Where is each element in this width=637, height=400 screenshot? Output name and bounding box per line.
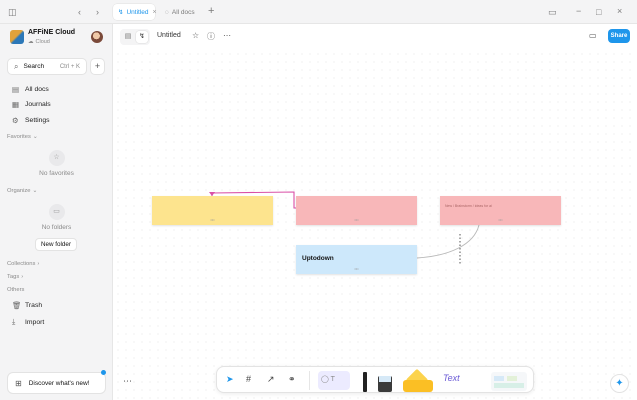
- note-pink-right[interactable]: New / Brainstorm / ideas for ai •••: [440, 196, 561, 225]
- trash-icon: 🗑: [12, 301, 22, 310]
- forward-arrow-icon[interactable]: ›: [96, 7, 99, 17]
- drag-handle-icon[interactable]: •••: [354, 217, 358, 222]
- gift-icon: ⊞: [15, 378, 22, 388]
- edgeless-canvas[interactable]: ••• ••• New / Brainstorm / ideas for ai …: [114, 50, 637, 400]
- note-title: Uptodown: [302, 255, 334, 262]
- top-bar: ◫ ‹ › ↯ Untitled × ◌ All docs + ▭ − □ ×: [0, 0, 637, 24]
- sidebar-toggle-icon[interactable]: ◫: [8, 7, 17, 17]
- connectors: [209, 191, 480, 264]
- more-options-icon[interactable]: ⋯: [123, 376, 132, 387]
- tab-all-docs[interactable]: ◌ All docs: [160, 4, 202, 20]
- mode-switch[interactable]: ▤ ↯: [120, 29, 150, 45]
- drag-handle-icon[interactable]: •••: [354, 266, 358, 271]
- new-doc-button[interactable]: +: [90, 58, 105, 75]
- note-text: New / Brainstorm / ideas for ai: [445, 204, 492, 208]
- sidebar-item-trash[interactable]: 🗑 Trash: [12, 301, 42, 310]
- docs-icon: ▤: [12, 85, 20, 94]
- search-button[interactable]: ⌕ Search Ctrl + K: [7, 58, 87, 75]
- doc-title[interactable]: Untitled: [157, 32, 181, 39]
- chevron-right-icon: ›: [37, 261, 40, 267]
- pen-icon[interactable]: [363, 372, 367, 392]
- workspace-logo[interactable]: [10, 30, 24, 44]
- edgeless-icon: ↯: [118, 9, 124, 16]
- note-blue[interactable]: Uptodown •••: [296, 245, 417, 274]
- more-icon[interactable]: ⋯: [223, 31, 231, 40]
- eraser-icon[interactable]: [378, 376, 392, 392]
- tab-untitled[interactable]: ↯ Untitled ×: [113, 4, 157, 20]
- info-icon[interactable]: ⓘ: [207, 31, 215, 42]
- gear-icon: ⚙: [12, 116, 19, 125]
- frame-icon[interactable]: #: [246, 374, 251, 384]
- section-organize[interactable]: Organize ⌄: [7, 188, 37, 194]
- sidebar-item-journals[interactable]: ▦ Journals: [12, 100, 51, 109]
- shape-icon[interactable]: [403, 368, 433, 392]
- minimize-icon[interactable]: −: [576, 6, 581, 16]
- link-icon[interactable]: ⚭: [288, 374, 296, 385]
- section-tags[interactable]: Tags ›: [7, 274, 23, 280]
- section-collections[interactable]: Collections ›: [7, 261, 39, 267]
- note-yellow[interactable]: •••: [152, 196, 273, 225]
- drag-handle-icon[interactable]: •••: [210, 217, 214, 222]
- close-window-icon[interactable]: ×: [617, 6, 622, 16]
- star-icon[interactable]: ☆: [192, 31, 199, 40]
- template-note-icon[interactable]: ◯ T: [318, 371, 350, 390]
- page-icon: ◌: [165, 8, 169, 16]
- new-folder-button[interactable]: New folder: [35, 238, 77, 251]
- section-favorites[interactable]: Favorites ⌄: [7, 134, 38, 140]
- sidebar-item-settings[interactable]: ⚙ Settings: [12, 116, 50, 125]
- workspace-name[interactable]: AFFiNE Cloud: [28, 29, 75, 36]
- workspace-status: ☁ Cloud: [28, 39, 50, 45]
- chevron-down-icon: ⌄: [32, 188, 38, 194]
- maximize-icon[interactable]: □: [596, 7, 601, 17]
- right-sidebar-icon[interactable]: ▭: [548, 7, 557, 17]
- back-arrow-icon[interactable]: ‹: [78, 7, 81, 17]
- connector-line[interactable]: [416, 224, 480, 259]
- ai-assistant-icon[interactable]: ✦: [610, 374, 629, 393]
- sidebar: AFFiNE Cloud ☁ Cloud ⌕ Search Ctrl + K +…: [0, 24, 113, 400]
- sidebar-item-import[interactable]: ⤓ Import: [12, 317, 44, 327]
- tab-label: All docs: [171, 8, 195, 16]
- avatar[interactable]: [91, 31, 103, 43]
- connector-icon[interactable]: ↗: [267, 374, 275, 385]
- chevron-down-icon: ⌄: [32, 134, 38, 140]
- close-tab-icon[interactable]: ×: [153, 9, 157, 16]
- page-mode-icon[interactable]: ▤: [122, 31, 134, 43]
- cloud-icon: ☁: [28, 39, 34, 45]
- import-icon: ⤓: [12, 317, 16, 326]
- discover-button[interactable]: ⊞ Discover what's new!: [7, 370, 106, 394]
- new-tab-icon[interactable]: +: [208, 6, 214, 17]
- search-icon: ⌕: [14, 61, 19, 71]
- toolbar-divider: [309, 371, 310, 390]
- notification-dot: [101, 370, 106, 375]
- edgeless-toolbar: ➤ # ↗ ⚭ ◯ T Text: [216, 366, 534, 393]
- more-templates-icon[interactable]: [491, 372, 527, 391]
- present-icon[interactable]: ▭: [589, 31, 597, 40]
- favorites-empty: ☆ No favorites: [0, 150, 113, 177]
- folders-empty: ▭ No folders: [0, 204, 113, 231]
- note-pink[interactable]: •••: [296, 196, 417, 225]
- folder-icon: ▭: [48, 204, 65, 220]
- chevron-right-icon: ›: [21, 274, 24, 280]
- calendar-icon: ▦: [12, 100, 20, 109]
- doc-header: ▤ ↯ Untitled ☆ ⓘ ⋯ ▭ Share: [114, 24, 637, 50]
- share-button[interactable]: Share: [608, 29, 630, 43]
- edgeless-mode-icon[interactable]: ↯: [136, 31, 148, 43]
- sidebar-item-all-docs[interactable]: ▤ All docs: [12, 85, 49, 94]
- section-others: Others: [7, 287, 25, 293]
- text-icon[interactable]: Text: [443, 373, 479, 391]
- star-icon: ☆: [48, 150, 65, 166]
- tab-label: Untitled: [126, 8, 149, 16]
- drag-handle-icon[interactable]: •••: [498, 217, 502, 222]
- pointer-icon[interactable]: ➤: [226, 374, 234, 385]
